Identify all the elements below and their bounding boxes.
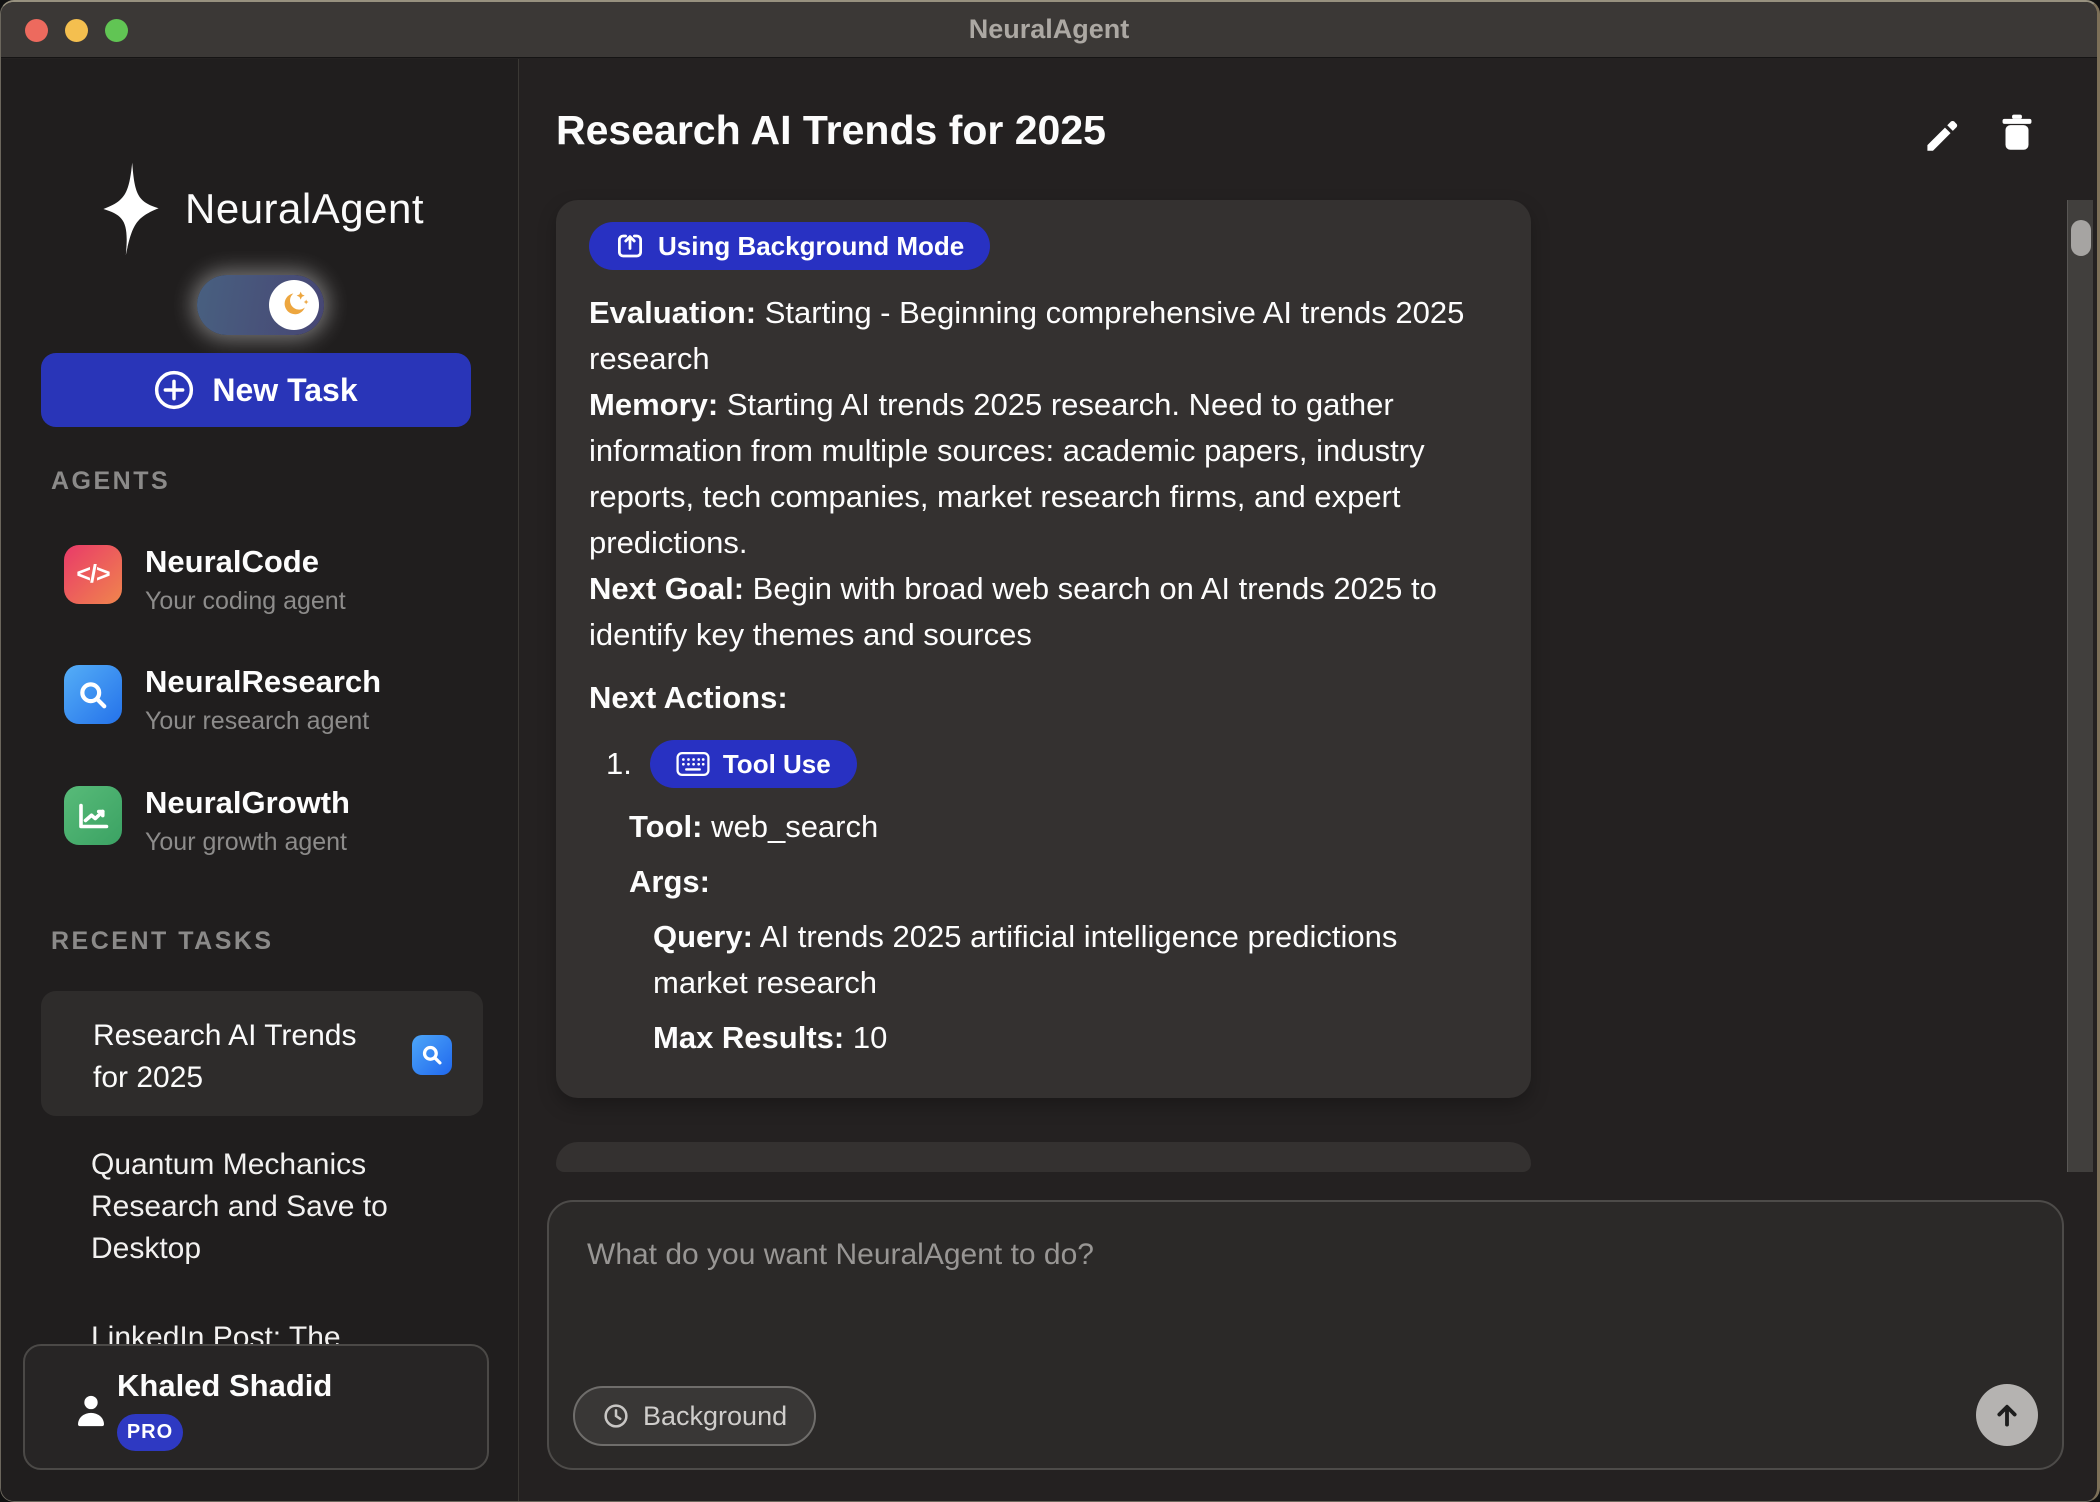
agent-name: NeuralGrowth bbox=[145, 786, 350, 820]
composer: Background bbox=[547, 1200, 2064, 1470]
sidebar-item-neuralcode[interactable]: </> NeuralCode Your coding agent bbox=[64, 545, 484, 625]
window-title: NeuralAgent bbox=[969, 14, 1130, 45]
assistant-message-card: Using Background Mode Evaluation: Starti… bbox=[556, 200, 1531, 1098]
scrollbar-track[interactable] bbox=[2067, 200, 2093, 1172]
action-details: Tool: web_search Args: Query: AI trends … bbox=[629, 804, 1498, 1061]
task-title: Research AI Trends for 2025 bbox=[93, 1015, 393, 1099]
avatar-icon bbox=[71, 1390, 111, 1435]
tool-value: web_search bbox=[711, 809, 878, 844]
agent-description: Your growth agent bbox=[145, 828, 350, 857]
send-button[interactable] bbox=[1976, 1384, 2038, 1446]
sidebar-item-neuralresearch[interactable]: NeuralResearch Your research agent bbox=[64, 665, 484, 745]
pencil-icon bbox=[1920, 111, 1966, 157]
plus-circle-icon bbox=[154, 370, 194, 410]
sidebar: NeuralAgent New Task AGENTS </> Neural bbox=[1, 59, 519, 1502]
agent-description: Your research agent bbox=[145, 707, 381, 736]
sidebar-task[interactable]: Quantum Mechanics Research and Save to D… bbox=[91, 1144, 431, 1270]
new-task-button[interactable]: New Task bbox=[41, 353, 471, 427]
trash-icon bbox=[1994, 111, 2040, 157]
tool-label: Tool: bbox=[629, 809, 702, 844]
args-label: Args: bbox=[629, 864, 710, 899]
edit-task-button[interactable] bbox=[1920, 111, 1966, 157]
badge-label: Using Background Mode bbox=[658, 231, 964, 262]
recent-tasks-heading: RECENT TASKS bbox=[51, 927, 274, 956]
delete-task-button[interactable] bbox=[1994, 111, 2040, 157]
sidebar-item-neuralgrowth[interactable]: NeuralGrowth Your growth agent bbox=[64, 786, 484, 866]
agent-name: NeuralResearch bbox=[145, 665, 381, 699]
background-mode-icon bbox=[615, 231, 645, 261]
action-item: 1. Tool Use bbox=[606, 740, 1498, 788]
scrollbar-thumb[interactable] bbox=[2071, 220, 2091, 256]
background-mode-label: Background bbox=[643, 1401, 787, 1432]
app-window: NeuralAgent NeuralAgent New Ta bbox=[0, 0, 2100, 1502]
zoom-window-button[interactable] bbox=[105, 19, 128, 42]
evaluation-label: Evaluation: bbox=[589, 295, 756, 330]
next-actions-heading: Next Actions: bbox=[589, 680, 1498, 716]
max-results-value: 10 bbox=[853, 1020, 887, 1055]
search-icon bbox=[64, 665, 122, 724]
main-area: Research AI Trends for 2025 Using Backg bbox=[520, 59, 2100, 1502]
background-mode-badge: Using Background Mode bbox=[589, 222, 990, 270]
new-task-label: New Task bbox=[212, 372, 357, 409]
code-icon: </> bbox=[64, 545, 122, 604]
agent-description: Your coding agent bbox=[145, 587, 346, 616]
clock-icon bbox=[602, 1402, 630, 1430]
arrow-up-icon bbox=[1990, 1398, 2024, 1432]
page-title: Research AI Trends for 2025 bbox=[556, 107, 1106, 154]
action-number: 1. bbox=[606, 746, 632, 782]
background-mode-button[interactable]: Background bbox=[573, 1386, 816, 1446]
brand-name: NeuralAgent bbox=[185, 185, 424, 233]
plan-badge: PRO bbox=[117, 1414, 183, 1451]
search-icon bbox=[412, 1035, 452, 1075]
memory-label: Memory: bbox=[589, 387, 718, 422]
brand-logo: NeuralAgent bbox=[81, 151, 424, 267]
close-window-button[interactable] bbox=[25, 19, 48, 42]
max-results-label: Max Results: bbox=[653, 1020, 844, 1055]
traffic-lights bbox=[25, 19, 128, 42]
tool-use-label: Tool Use bbox=[723, 749, 831, 780]
next-message-peek bbox=[556, 1142, 1531, 1172]
dark-mode-toggle[interactable] bbox=[197, 275, 324, 335]
user-card[interactable]: Khaled Shadid PRO bbox=[23, 1344, 489, 1470]
moon-icon bbox=[277, 288, 311, 322]
next-goal-label: Next Goal: bbox=[589, 571, 744, 606]
args-block: Query: AI trends 2025 artificial intelli… bbox=[653, 914, 1473, 1061]
minimize-window-button[interactable] bbox=[65, 19, 88, 42]
message-body: Evaluation: Starting - Beginning compreh… bbox=[589, 290, 1479, 658]
toggle-knob bbox=[269, 280, 319, 330]
query-value: AI trends 2025 artificial intelligence p… bbox=[653, 919, 1397, 1000]
agent-name: NeuralCode bbox=[145, 545, 346, 579]
query-label: Query: bbox=[653, 919, 753, 954]
keyboard-icon bbox=[676, 751, 710, 777]
chart-icon bbox=[64, 786, 122, 845]
sidebar-task-active[interactable]: Research AI Trends for 2025 bbox=[41, 991, 483, 1116]
titlebar: NeuralAgent bbox=[1, 2, 2097, 58]
agents-heading: AGENTS bbox=[51, 467, 170, 496]
tool-use-badge: Tool Use bbox=[650, 740, 857, 788]
user-name: Khaled Shadid bbox=[117, 1368, 332, 1404]
sparkle-logo-icon bbox=[81, 151, 177, 267]
task-input[interactable] bbox=[549, 1202, 2062, 1372]
